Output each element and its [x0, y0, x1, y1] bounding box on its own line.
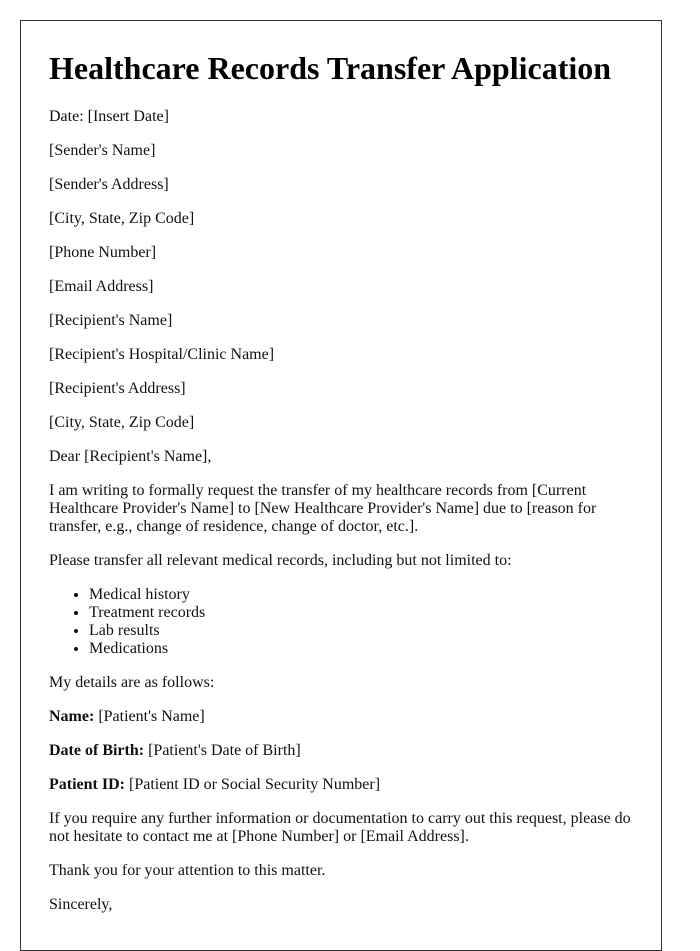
sender-address: [Sender's Address]: [49, 176, 169, 193]
sender-name: [Sender's Name]: [49, 142, 156, 159]
list-item: Treatment records: [89, 604, 633, 622]
date-line: Date: [Insert Date]: [49, 108, 169, 125]
recipient-city-state-zip: [City, State, Zip Code]: [49, 414, 195, 431]
list-item: Medications: [89, 640, 633, 658]
sender-phone: [Phone Number]: [49, 244, 157, 261]
detail-name: Name: [Patient's Name]: [49, 708, 633, 726]
sender-city-state-zip: [City, State, Zip Code]: [49, 210, 195, 227]
recipient-hospital: [Recipient's Hospital/Clinic Name]: [49, 346, 275, 363]
records-list: Medical history Treatment records Lab re…: [49, 586, 633, 658]
records-intro: Please transfer all relevant medical rec…: [49, 552, 512, 569]
detail-label: Name:: [49, 708, 95, 725]
details-intro: My details are as follows:: [49, 674, 215, 691]
page-title: Healthcare Records Transfer Application: [49, 50, 612, 86]
sender-email: [Email Address]: [49, 278, 154, 295]
recipient-name: [Recipient's Name]: [49, 312, 173, 329]
letter-document: Healthcare Records Transfer Application …: [20, 20, 662, 951]
detail-label: Date of Birth:: [49, 742, 145, 759]
detail-value: [Patient's Name]: [94, 708, 205, 725]
thanks-line: Thank you for your attention to this mat…: [49, 862, 326, 879]
recipient-address: [Recipient's Address]: [49, 380, 186, 397]
detail-value: [Patient's Date of Birth]: [144, 742, 301, 759]
list-item: Medical history: [89, 586, 633, 604]
detail-patient-id: Patient ID: [Patient ID or Social Securi…: [49, 776, 633, 794]
intro-paragraph: I am writing to formally request the tra…: [49, 482, 597, 535]
closing-line: Sincerely,: [49, 896, 113, 913]
salutation: Dear [Recipient's Name],: [49, 448, 212, 465]
detail-value: [Patient ID or Social Security Number]: [124, 776, 381, 793]
list-item: Lab results: [89, 622, 633, 640]
detail-label: Patient ID:: [49, 776, 125, 793]
detail-date-of-birth: Date of Birth: [Patient's Date of Birth]: [49, 742, 633, 760]
contact-paragraph: If you require any further information o…: [49, 810, 631, 845]
